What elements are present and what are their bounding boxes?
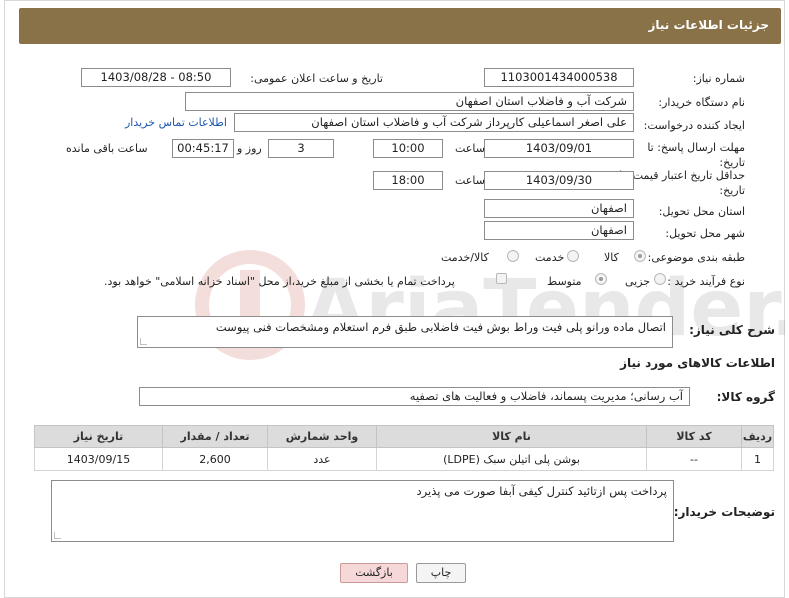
- category-option-service: خدمت: [535, 251, 565, 264]
- category-radio-service[interactable]: [567, 250, 579, 262]
- purchase-option-minor: جزیی: [625, 275, 651, 288]
- cell-unit: عدد: [267, 447, 377, 471]
- page-header: جزئیات اطلاعات نیاز: [19, 8, 781, 44]
- category-option-goods: کالا: [604, 251, 619, 264]
- col-unit: واحد شمارش: [267, 425, 377, 448]
- col-name: نام کالا: [376, 425, 647, 448]
- remaining-time-field: 00:45:17: [172, 139, 234, 158]
- treasury-payment-checkbox[interactable]: [496, 273, 507, 284]
- cell-name: بوشن پلی اتیلن سبک (LDPE): [376, 447, 647, 471]
- back-button[interactable]: بازگشت: [340, 563, 408, 583]
- page-title: جزئیات اطلاعات نیاز: [648, 18, 769, 32]
- goods-group-field: آب رسانی؛ مدیریت پسماند، فاضلاب و فعالیت…: [139, 387, 690, 406]
- need-number-field: 1103001434000538: [484, 68, 634, 87]
- purchase-option-medium: متوسط: [547, 275, 582, 288]
- col-quantity: تعداد / مقدار: [162, 425, 268, 448]
- category-radio-goods[interactable]: [634, 250, 646, 262]
- cell-quantity: 2,600: [162, 447, 268, 471]
- cell-row: 1: [741, 447, 774, 471]
- reply-time-label: ساعت: [455, 142, 485, 155]
- category-label: طبقه بندی موضوعی:: [647, 251, 745, 264]
- announce-field: 1403/08/28 - 08:50: [81, 68, 231, 87]
- buyer-org-label: نام دستگاه خریدار:: [658, 96, 745, 109]
- treasury-payment-note: پرداخت تمام یا بخشی از مبلغ خرید،از محل …: [104, 275, 455, 288]
- description-text: اتصال ماده ورانو پلی فیت وراط بوش فیت فا…: [215, 320, 666, 334]
- category-radio-goods-service[interactable]: [507, 250, 519, 262]
- price-date-field: 1403/09/30: [484, 171, 634, 190]
- purchase-radio-minor[interactable]: [654, 273, 666, 285]
- province-label: استان محل تحویل:: [658, 205, 745, 218]
- category-option-goods-service: کالا/خدمت: [441, 251, 489, 264]
- price-time-label: ساعت: [455, 174, 485, 187]
- reply-deadline-label: مهلت ارسال پاسخ: تا تاریخ:: [647, 141, 745, 169]
- items-table: ردیف کد کالا نام کالا واحد شمارش تعداد /…: [34, 425, 774, 471]
- province-field: اصفهان: [484, 199, 634, 218]
- buyer-notes-text: پرداخت پس ازتائید کنترل کیفی آبفا صورت م…: [416, 484, 667, 498]
- days-label: روز و: [237, 142, 262, 155]
- col-need-date: تاریخ نیاز: [34, 425, 163, 448]
- cell-need-date: 1403/09/15: [34, 447, 163, 471]
- table-header-row: ردیف کد کالا نام کالا واحد شمارش تعداد /…: [34, 425, 774, 448]
- need-number-label: شماره نیاز:: [692, 72, 745, 85]
- reply-time-field: 10:00: [373, 139, 443, 158]
- city-label: شهر محل تحویل:: [665, 227, 745, 240]
- buyer-org-field: شرکت آب و فاضلاب استان اصفهان: [185, 92, 634, 111]
- announce-label: تاریخ و ساعت اعلان عمومی:: [250, 72, 383, 85]
- description-textarea: اتصال ماده ورانو پلی فیت وراط بوش فیت فا…: [137, 316, 673, 348]
- creator-field: علی اصغر اسماعیلی کارپرداز شرکت آب و فاض…: [234, 113, 634, 132]
- resize-grip-icon[interactable]: [140, 338, 147, 345]
- buyer-contact-link[interactable]: اطلاعات تماس خریدار: [125, 116, 227, 129]
- buyer-notes-label: توضیحات خریدار:: [673, 505, 775, 519]
- cell-code: --: [646, 447, 742, 471]
- goods-group-label: گروه کالا:: [716, 390, 775, 404]
- creator-label: ایجاد کننده درخواست:: [643, 119, 745, 132]
- remaining-label: ساعت باقی مانده: [66, 142, 148, 155]
- col-code: کد کالا: [646, 425, 742, 448]
- description-label: شرح کلی نیاز:: [689, 323, 775, 337]
- goods-section-title: اطلاعات کالاهای مورد نیاز: [620, 356, 775, 370]
- purchase-type-label: نوع فرآیند خرید :: [667, 275, 745, 288]
- days-field: 3: [268, 139, 334, 158]
- purchase-radio-medium[interactable]: [595, 273, 607, 285]
- col-row: ردیف: [741, 425, 774, 448]
- price-time-field: 18:00: [373, 171, 443, 190]
- resize-grip-icon[interactable]: [54, 532, 61, 539]
- table-row: 1 -- بوشن پلی اتیلن سبک (LDPE) عدد 2,600…: [34, 447, 774, 471]
- buyer-notes-textarea: پرداخت پس ازتائید کنترل کیفی آبفا صورت م…: [51, 480, 674, 542]
- city-field: اصفهان: [484, 221, 634, 240]
- print-button[interactable]: چاپ: [416, 563, 466, 583]
- reply-date-field: 1403/09/01: [484, 139, 634, 158]
